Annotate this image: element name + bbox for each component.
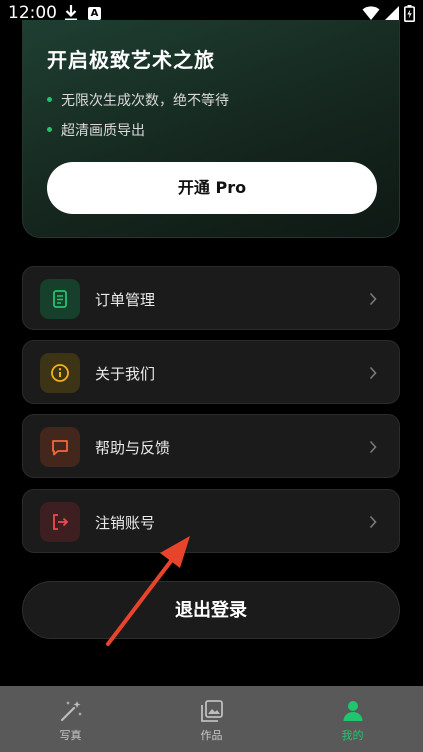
chat-icon xyxy=(40,427,80,467)
chevron-right-icon xyxy=(369,291,377,310)
benefit-item: 无限次生成次数，绝不等待 xyxy=(47,90,229,110)
notification-app-icon: A xyxy=(88,7,101,20)
tab-label: 我的 xyxy=(341,729,364,742)
info-icon xyxy=(40,353,80,393)
benefit-text: 无限次生成次数，绝不等待 xyxy=(61,93,229,109)
menu-item-orders[interactable]: 订单管理 xyxy=(22,266,400,330)
tab-works[interactable]: 作品 xyxy=(141,686,282,752)
menu-item-help-feedback[interactable]: 帮助与反馈 xyxy=(22,414,400,478)
chevron-right-icon xyxy=(369,439,377,458)
menu-item-about[interactable]: 关于我们 xyxy=(22,340,400,404)
chevron-right-icon xyxy=(369,365,377,384)
open-pro-button[interactable]: 开通 Pro xyxy=(47,162,377,214)
bullet-dot-icon xyxy=(47,96,52,102)
menu-item-label: 关于我们 xyxy=(95,365,156,383)
benefit-item: 超清画质导出 xyxy=(47,120,145,140)
menu-item-delete-account[interactable]: 注销账号 xyxy=(22,489,400,553)
chevron-right-icon xyxy=(369,514,377,533)
profile-icon xyxy=(343,701,363,721)
receipt-icon xyxy=(40,279,80,319)
tab-label: 作品 xyxy=(200,729,223,742)
menu-item-label: 订单管理 xyxy=(95,291,156,309)
tab-portrait[interactable]: 写真 xyxy=(0,686,141,752)
gallery-icon xyxy=(201,700,223,722)
menu-item-label: 注销账号 xyxy=(95,514,156,532)
bullet-dot-icon xyxy=(47,126,52,132)
pro-upgrade-card: 开启极致艺术之旅 无限次生成次数，绝不等待 超清画质导出 开通 Pro xyxy=(22,20,400,238)
benefit-text: 超清画质导出 xyxy=(61,123,145,139)
menu-item-label: 帮助与反馈 xyxy=(95,439,171,457)
logout-button[interactable]: 退出登录 xyxy=(22,581,400,639)
bottom-navigation: 写真 作品 我的 xyxy=(0,686,423,752)
magic-wand-icon xyxy=(60,701,82,722)
pro-card-title: 开启极致艺术之旅 xyxy=(47,48,215,72)
battery-icon xyxy=(404,5,415,26)
tab-label: 写真 xyxy=(59,729,82,742)
tab-mine[interactable]: 我的 xyxy=(282,686,423,752)
logout-icon xyxy=(40,502,80,542)
